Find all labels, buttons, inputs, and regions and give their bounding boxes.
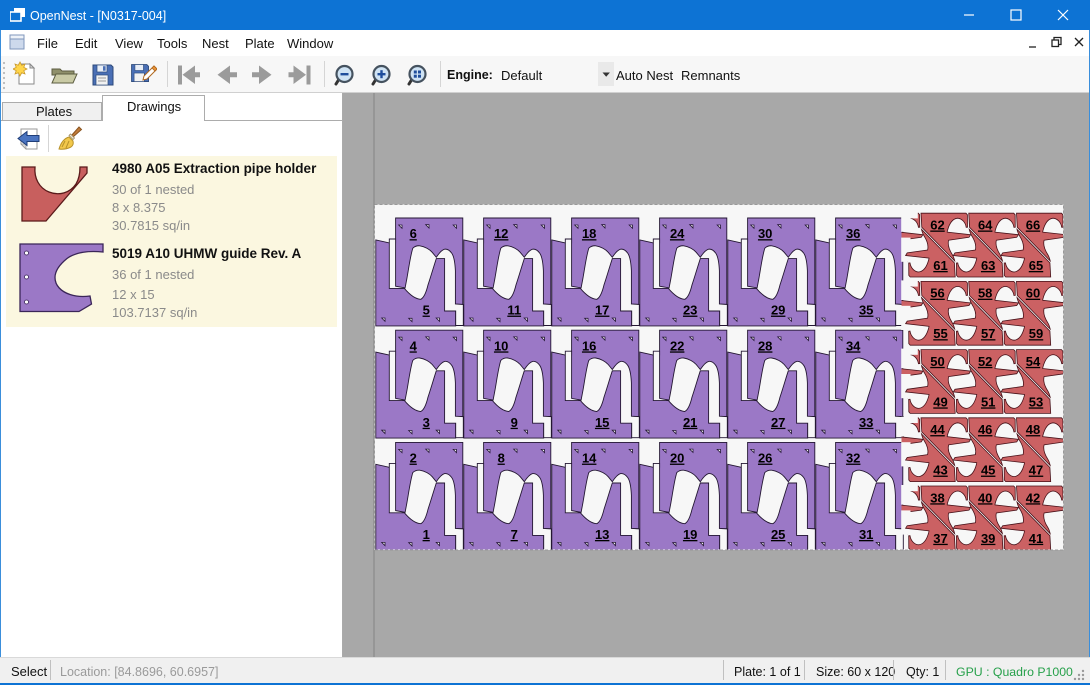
- svg-text:11: 11: [507, 303, 521, 318]
- svg-text:62: 62: [930, 218, 944, 233]
- svg-text:8: 8: [498, 451, 505, 466]
- svg-text:60: 60: [1026, 286, 1040, 301]
- svg-text:56: 56: [930, 286, 944, 301]
- svg-text:43: 43: [933, 463, 947, 478]
- svg-text:31: 31: [859, 527, 873, 542]
- svg-text:22: 22: [670, 338, 684, 353]
- svg-text:51: 51: [981, 394, 995, 409]
- svg-text:28: 28: [758, 338, 772, 353]
- svg-text:26: 26: [758, 451, 772, 466]
- svg-text:2: 2: [410, 451, 417, 466]
- svg-text:18: 18: [582, 226, 596, 241]
- svg-text:40: 40: [978, 490, 992, 505]
- svg-text:50: 50: [930, 354, 944, 369]
- svg-text:17: 17: [595, 303, 609, 318]
- svg-text:6: 6: [410, 226, 417, 241]
- svg-text:45: 45: [981, 463, 995, 478]
- svg-text:58: 58: [978, 286, 992, 301]
- svg-text:59: 59: [1029, 326, 1043, 341]
- svg-text:20: 20: [670, 451, 684, 466]
- svg-text:19: 19: [683, 527, 697, 542]
- svg-text:3: 3: [423, 415, 430, 430]
- svg-text:37: 37: [933, 531, 947, 546]
- svg-text:54: 54: [1026, 354, 1041, 369]
- svg-text:24: 24: [670, 226, 685, 241]
- svg-text:21: 21: [683, 415, 697, 430]
- svg-text:30: 30: [758, 226, 772, 241]
- svg-text:47: 47: [1029, 463, 1043, 478]
- svg-text:5: 5: [423, 303, 430, 318]
- svg-text:48: 48: [1026, 422, 1040, 437]
- svg-text:32: 32: [846, 451, 860, 466]
- svg-text:65: 65: [1029, 258, 1043, 273]
- svg-text:1: 1: [423, 527, 430, 542]
- svg-text:57: 57: [981, 326, 995, 341]
- svg-text:42: 42: [1026, 490, 1040, 505]
- svg-text:25: 25: [771, 527, 785, 542]
- svg-text:16: 16: [582, 338, 596, 353]
- svg-text:13: 13: [595, 527, 609, 542]
- svg-text:34: 34: [846, 338, 861, 353]
- svg-text:49: 49: [933, 394, 947, 409]
- svg-text:61: 61: [933, 258, 947, 273]
- svg-text:64: 64: [978, 218, 993, 233]
- svg-text:7: 7: [511, 527, 518, 542]
- svg-text:10: 10: [494, 338, 508, 353]
- svg-text:38: 38: [930, 490, 944, 505]
- svg-text:33: 33: [859, 415, 873, 430]
- svg-text:35: 35: [859, 303, 873, 318]
- svg-text:44: 44: [930, 422, 945, 437]
- svg-text:53: 53: [1029, 394, 1043, 409]
- svg-text:15: 15: [595, 415, 609, 430]
- svg-text:55: 55: [933, 326, 947, 341]
- svg-text:63: 63: [981, 258, 995, 273]
- svg-text:36: 36: [846, 226, 860, 241]
- svg-text:14: 14: [582, 451, 597, 466]
- svg-text:39: 39: [981, 531, 995, 546]
- svg-text:9: 9: [511, 415, 518, 430]
- svg-text:23: 23: [683, 303, 697, 318]
- svg-text:52: 52: [978, 354, 992, 369]
- svg-text:12: 12: [494, 226, 508, 241]
- svg-text:29: 29: [771, 303, 785, 318]
- svg-text:66: 66: [1026, 218, 1040, 233]
- svg-text:4: 4: [410, 338, 418, 353]
- svg-text:46: 46: [978, 422, 992, 437]
- svg-text:27: 27: [771, 415, 785, 430]
- svg-text:41: 41: [1029, 531, 1043, 546]
